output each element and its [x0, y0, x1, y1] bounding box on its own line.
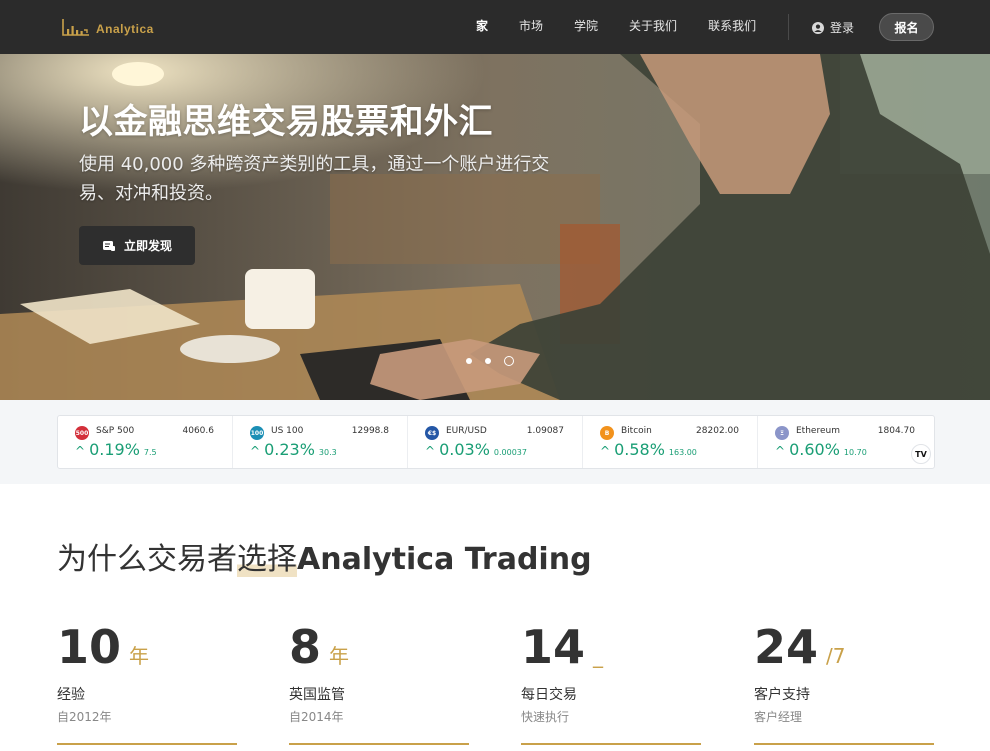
us100-icon: 100	[250, 426, 264, 440]
nav-item-academy[interactable]: 学院	[574, 18, 598, 34]
signup-button[interactable]: 报名	[879, 13, 934, 41]
main-menu: 家 市场 学院 关于我们 联系我们	[476, 18, 787, 34]
ticker-change-absolute: 0.00037	[493, 448, 527, 457]
stat-unit: /7	[826, 644, 846, 668]
why-title-highlight: 选择	[237, 542, 297, 577]
scroll-icon	[102, 240, 115, 251]
ticker-item-us100[interactable]: 100 US 100 12998.8 ^ 0.23% 30.3	[233, 416, 408, 468]
ticker-price: 1.09087	[526, 426, 564, 436]
stat-support: 24 /7 客户支持 客户经理	[754, 620, 934, 745]
ticker-change-absolute: 163.00	[668, 448, 697, 457]
ticker-change-absolute: 30.3	[318, 448, 337, 457]
ticker-name: Ethereum	[796, 426, 840, 436]
bitcoin-icon: B	[600, 426, 614, 440]
ticker-item-ethereum[interactable]: Ξ Ethereum 1804.70 ^ 0.60% 10.70 TV	[758, 416, 933, 468]
ticker-change-percent: 0.58%	[614, 440, 665, 459]
why-section-title: 为什么交易者选择Analytica Trading	[57, 534, 592, 578]
ethereum-icon: Ξ	[775, 426, 789, 440]
stat-label: 英国监管	[289, 687, 345, 703]
stat-label: 经验	[57, 687, 85, 703]
hero-banner: 以金融思维交易股票和外汇 使用 40,000 多种跨资产类别的工具，通过一个账户…	[0, 54, 990, 400]
market-ticker: 500 S&P 500 4060.6 ^ 0.19% 7.5 100 US 10…	[57, 415, 935, 469]
logo[interactable]: Analytica	[62, 18, 154, 36]
slider-dot-1[interactable]	[466, 358, 472, 364]
logo-chart-icon	[62, 19, 89, 36]
euro-dollar-icon: €$	[425, 426, 439, 440]
stat-experience: 10 年 经验 自2012年	[57, 620, 237, 745]
nav-divider	[788, 14, 789, 40]
ticker-name: US 100	[271, 426, 304, 436]
slider-dot-3[interactable]	[504, 356, 514, 366]
hero-subtitle: 使用 40,000 多种跨资产类别的工具，通过一个账户进行交易、对冲和投资。	[79, 154, 550, 204]
why-title-brand: Analytica Trading	[297, 542, 592, 577]
stat-daily-trading: 14 _ 每日交易 快速执行	[521, 620, 701, 745]
stat-unit: 年	[329, 644, 350, 668]
stat-unit: 年	[129, 644, 150, 668]
nav-item-about[interactable]: 关于我们	[629, 18, 677, 34]
stat-number-row: 24 /7	[754, 620, 934, 674]
stat-sublabel: 快速执行	[521, 710, 570, 724]
ticker-change-percent: 0.19%	[89, 440, 140, 459]
stat-label: 客户支持	[754, 687, 810, 703]
stat-number: 14	[521, 620, 586, 674]
stat-sublabel: 客户经理	[754, 710, 803, 724]
stat-number: 8	[289, 620, 322, 674]
ticker-item-eurusd[interactable]: €$ EUR/USD 1.09087 ^ 0.03% 0.00037	[408, 416, 583, 468]
stat-sublabel: 自2014年	[289, 710, 344, 724]
ticker-price: 28202.00	[696, 426, 739, 436]
nav-item-markets[interactable]: 市场	[519, 18, 543, 34]
stat-underline	[57, 743, 237, 745]
ticker-change: ^ 0.58% 163.00	[600, 440, 697, 459]
ticker-change-percent: 0.60%	[789, 440, 840, 459]
stat-label: 每日交易	[521, 687, 577, 703]
up-arrow-icon: ^	[75, 444, 86, 458]
hero-title: 以金融思维交易股票和外汇	[79, 102, 493, 142]
ticker-change-percent: 0.03%	[439, 440, 490, 459]
ticker-change: ^ 0.19% 7.5	[75, 440, 157, 459]
why-title-prefix: 为什么交易者	[57, 542, 237, 577]
ticker-name: EUR/USD	[446, 426, 487, 436]
ticker-item-sp500[interactable]: 500 S&P 500 4060.6 ^ 0.19% 7.5	[58, 416, 233, 468]
up-arrow-icon: ^	[425, 444, 436, 458]
top-navbar: Analytica 家 市场 学院 关于我们 联系我们 登录 报名	[0, 0, 990, 54]
user-icon	[812, 21, 824, 34]
ticker-change: ^ 0.03% 0.00037	[425, 440, 527, 459]
ticker-change: ^ 0.60% 10.70	[775, 440, 867, 459]
slider-dot-2[interactable]	[485, 358, 491, 364]
stat-regulation: 8 年 英国监管 自2014年	[289, 620, 469, 745]
up-arrow-icon: ^	[250, 444, 261, 458]
stat-sublabel: 自2012年	[57, 710, 112, 724]
nav-item-home[interactable]: 家	[476, 18, 488, 34]
sp500-icon: 500	[75, 426, 89, 440]
ticker-item-bitcoin[interactable]: B Bitcoin 28202.00 ^ 0.58% 163.00	[583, 416, 758, 468]
ticker-change-percent: 0.23%	[264, 440, 315, 459]
stat-underline	[289, 743, 469, 745]
ticker-name: Bitcoin	[621, 426, 652, 436]
stat-underline	[521, 743, 701, 745]
stat-number-row: 8 年	[289, 620, 469, 674]
ticker-change-absolute: 10.70	[843, 448, 867, 457]
login-label: 登录	[830, 21, 855, 35]
ticker-name: S&P 500	[96, 426, 135, 436]
logo-text: Analytica	[96, 22, 154, 36]
ticker-price: 12998.8	[351, 426, 389, 436]
up-arrow-icon: ^	[775, 444, 786, 458]
ticker-change: ^ 0.23% 30.3	[250, 440, 337, 459]
slider-dots	[466, 356, 514, 366]
nav-item-contact[interactable]: 联系我们	[708, 18, 756, 34]
tradingview-logo[interactable]: TV	[911, 444, 931, 464]
stat-number-row: 10 年	[57, 620, 237, 674]
ticker-change-absolute: 7.5	[143, 448, 157, 457]
stat-unit: _	[593, 644, 604, 668]
ticker-price: 1804.70	[877, 426, 915, 436]
login-link[interactable]: 登录	[812, 19, 854, 36]
up-arrow-icon: ^	[600, 444, 611, 458]
stat-number: 24	[754, 620, 819, 674]
stat-number-row: 14 _	[521, 620, 701, 674]
stat-number: 10	[57, 620, 122, 674]
stat-underline	[754, 743, 934, 745]
discover-now-button[interactable]: 立即发现	[79, 226, 195, 265]
discover-now-label: 立即发现	[123, 239, 172, 253]
ticker-price: 4060.6	[182, 426, 215, 436]
